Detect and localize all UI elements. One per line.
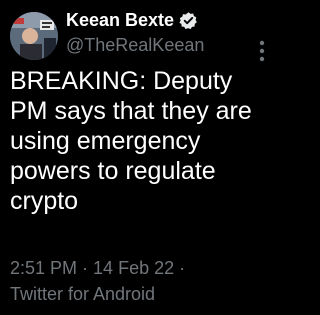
avatar[interactable] [10, 12, 58, 60]
display-name[interactable]: Keean Bexte [66, 10, 174, 31]
meta-separator: · [77, 258, 94, 278]
user-handle[interactable]: @TheRealKeean [66, 35, 256, 56]
timestamp-line: 2:51 PM · 14 Feb 22 · [10, 255, 265, 281]
tweet-header: Keean Bexte @TheRealKeean [66, 8, 256, 56]
tweet-card: Keean Bexte @TheRealKeean BREAKING: Depu… [0, 0, 271, 315]
name-row: Keean Bexte [66, 8, 256, 32]
tweet-metadata: 2:51 PM · 14 Feb 22 · Twitter for Androi… [10, 255, 265, 307]
more-options-icon[interactable] [259, 40, 265, 62]
verified-badge-icon [179, 11, 198, 30]
tweet-time[interactable]: 2:51 PM [10, 258, 77, 278]
tweet-client[interactable]: Twitter for Android [10, 284, 155, 304]
avatar-photo [10, 12, 58, 60]
meta-separator-trailing: · [174, 258, 186, 278]
tweet-text: BREAKING: Deputy PM says that they are u… [10, 67, 259, 215]
client-line: Twitter for Android [10, 281, 265, 307]
tweet-date[interactable]: 14 Feb 22 [93, 258, 174, 278]
